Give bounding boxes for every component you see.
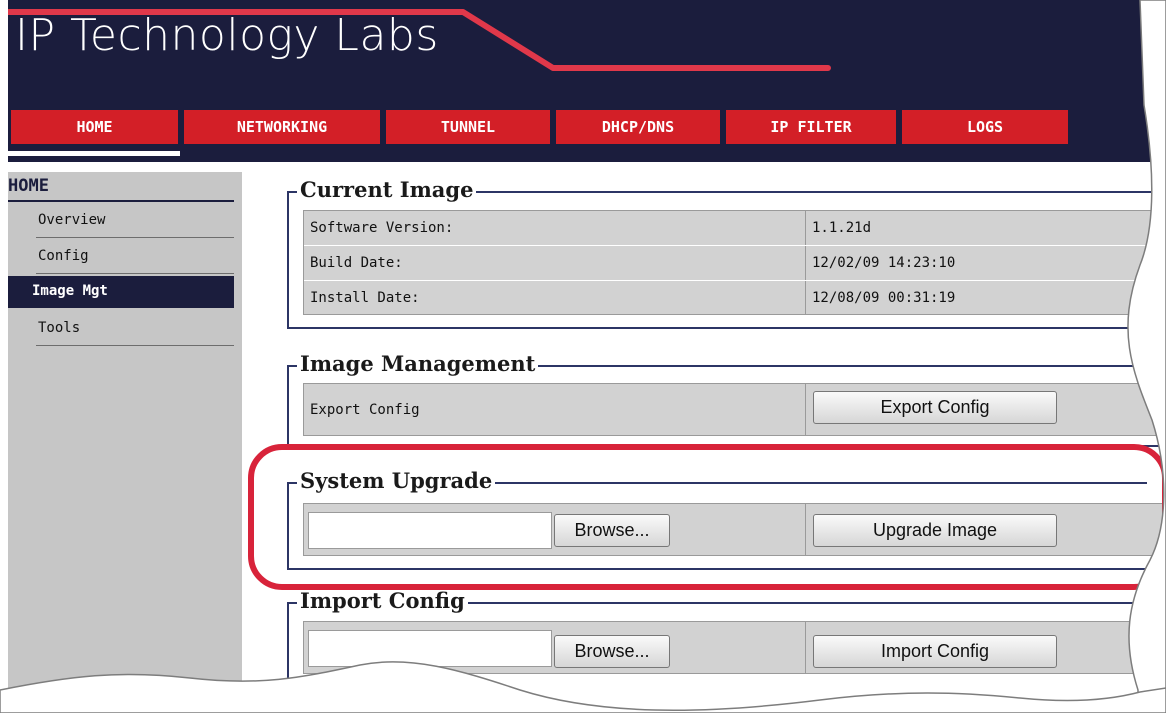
import-browse-button[interactable]: Browse... [554, 635, 670, 668]
sidebar-item-overview[interactable]: Overview [8, 205, 234, 238]
current-image-table: Software Version: 1.1.21d Build Date: 12… [303, 210, 1166, 315]
table-row: Install Date: 12/08/09 00:31:19 [304, 281, 1166, 315]
tab-networking[interactable]: NETWORKING [184, 110, 380, 144]
row-label: Build Date: [304, 246, 806, 280]
upgrade-image-button[interactable]: Upgrade Image [813, 514, 1057, 547]
import-config-button[interactable]: Import Config [813, 635, 1057, 668]
sidebar-item-label: Config [38, 248, 89, 264]
sidebar-item-label: Tools [38, 320, 81, 336]
main-nav: HOME NETWORKING TUNNEL DHCP/DNS IP FILTE… [8, 106, 1166, 162]
screenshot: IP Technology Labs HOME NETWORKING TUNNE… [0, 0, 1166, 713]
upgrade-browse-button[interactable]: Browse... [554, 514, 670, 547]
app-header: IP Technology Labs [8, 0, 1166, 106]
sidebar-item-image-mgt[interactable]: Image Mgt [8, 276, 234, 308]
import-config-table: Browse... Import Config [303, 621, 1163, 674]
active-tab-indicator [8, 151, 180, 156]
sidebar-heading: HOME [8, 176, 49, 196]
row-value: 12/02/09 14:23:10 [812, 255, 956, 271]
section-title: Current Image [297, 177, 477, 202]
row-value: 1.1.21d [812, 220, 872, 236]
sidebar-item-label: Overview [38, 212, 106, 228]
section-title: System Upgrade [297, 468, 496, 493]
upgrade-file-input[interactable] [308, 512, 552, 549]
tab-dhcp-dns[interactable]: DHCP/DNS [556, 110, 720, 144]
image-management-table: Export Config Export Config [303, 383, 1166, 436]
brand-logo: IP Technology Labs [15, 10, 439, 61]
sidebar-top-band [8, 162, 242, 172]
sidebar-heading-rule [8, 200, 234, 202]
sidebar: HOME Overview Config Image Mgt Tools [8, 162, 242, 713]
tab-logs[interactable]: LOGS [902, 110, 1068, 144]
import-config-section: Import Config Browse... Import Config [287, 588, 1163, 713]
tab-tunnel[interactable]: TUNNEL [386, 110, 550, 144]
row-label: Software Version: [304, 211, 806, 245]
section-title: Image Management [297, 351, 539, 376]
section-title: Import Config [297, 588, 468, 613]
row-label: Export Config [304, 384, 806, 435]
row-value: 12/08/09 00:31:19 [812, 290, 956, 306]
export-config-button[interactable]: Export Config [813, 391, 1057, 424]
divider [36, 273, 234, 274]
tab-home[interactable]: HOME [11, 110, 178, 144]
table-row: Build Date: 12/02/09 14:23:10 [304, 246, 1166, 280]
import-file-input[interactable] [308, 630, 552, 667]
table-row: Software Version: 1.1.21d [304, 211, 1166, 245]
row-label: Install Date: [304, 281, 806, 315]
system-upgrade-section: System Upgrade Browse... Upgrade Image [287, 468, 1163, 570]
current-image-section: Current Image Software Version: 1.1.21d … [287, 177, 1166, 329]
system-upgrade-table: Browse... Upgrade Image [303, 503, 1163, 556]
divider [36, 237, 234, 238]
sidebar-item-label: Image Mgt [32, 283, 108, 299]
divider [36, 345, 234, 346]
sidebar-item-config[interactable]: Config [8, 241, 234, 274]
sidebar-item-tools[interactable]: Tools [8, 313, 234, 346]
tab-ip-filter[interactable]: IP FILTER [726, 110, 896, 144]
image-management-section: Image Management Export Config Export Co… [287, 351, 1166, 447]
